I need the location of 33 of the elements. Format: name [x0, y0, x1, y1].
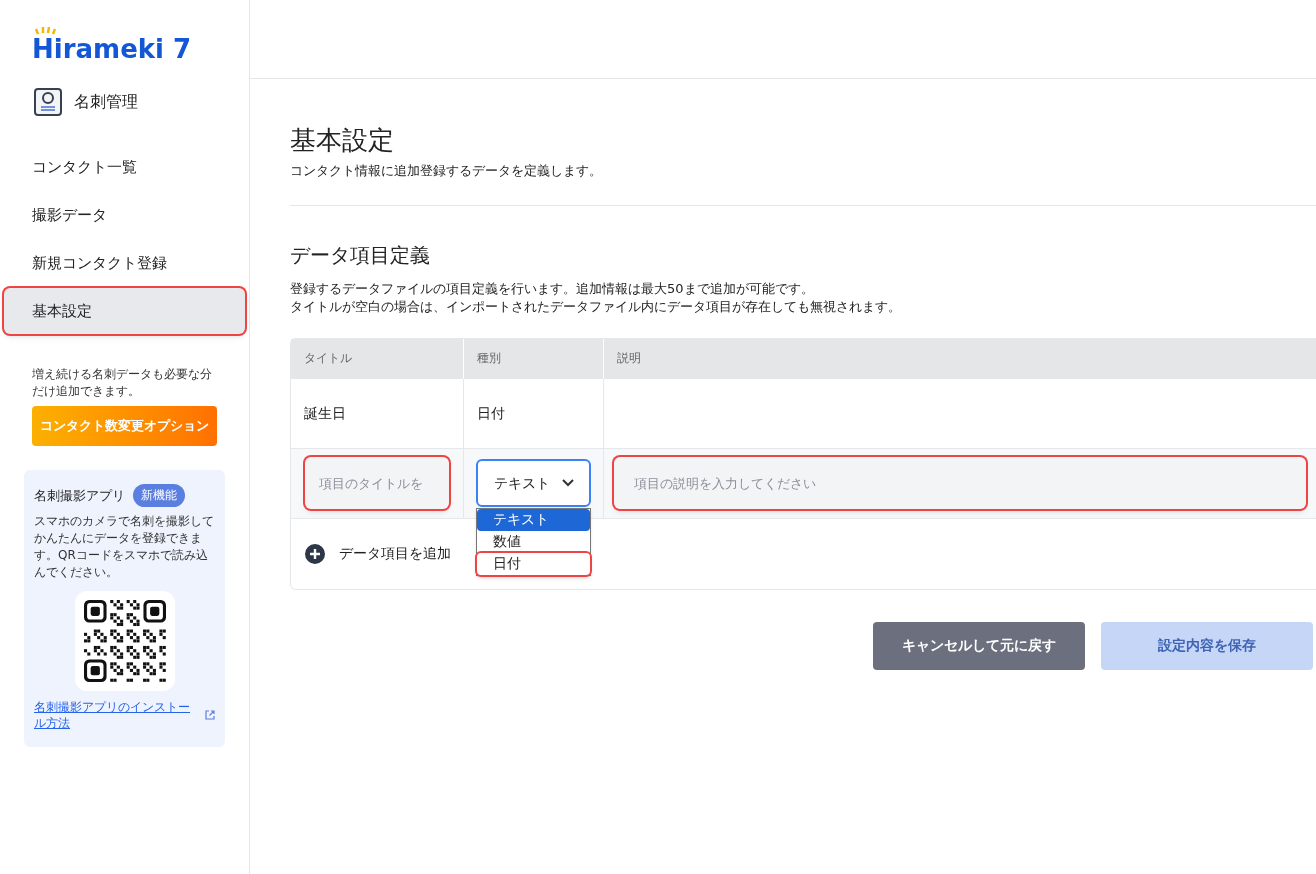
- new-feature-badge: 新機能: [133, 484, 185, 508]
- card-text: スマホのカメラで名刺を撮影してかんたんにデータを登録できます。QRコードをスマホで読み込んでください。: [34, 513, 215, 582]
- dropdown-option[interactable]: 日付: [477, 552, 590, 575]
- sidebar-item[interactable]: 基本設定: [4, 288, 245, 334]
- dropdown-option[interactable]: 数値: [477, 530, 590, 553]
- description-input[interactable]: 項目の説明を入力してください: [614, 457, 1306, 509]
- column-header: 説明: [616, 349, 642, 367]
- type-select[interactable]: テキスト: [476, 459, 591, 507]
- plus-circle-icon: [305, 543, 325, 564]
- promo-text: 増え続ける名刺データも必要な分だけ追加できます。: [32, 366, 213, 400]
- section-description: 登録するデータファイルの項目定義を行います。追加情報は最大50まで追加が可能です。: [290, 279, 815, 298]
- install-link[interactable]: 名刺撮影アプリのインストール方法: [34, 699, 215, 732]
- column-header: タイトル: [291, 338, 464, 379]
- sidebar-item[interactable]: 撮影データ: [4, 192, 245, 238]
- title-input[interactable]: 項目のタイトルを: [305, 457, 449, 509]
- page-title: 基本設定: [290, 124, 395, 157]
- cancel-button[interactable]: キャンセルして元に戻す: [873, 621, 1085, 670]
- section-title: データ項目定義: [290, 241, 431, 269]
- chevron-down-icon: [561, 479, 574, 487]
- sidebar-item[interactable]: コンタクト一覧: [4, 144, 245, 190]
- section-description: タイトルが空白の場合は、インポートされたデータファイル内にデータ項目が存在しても無視されます。: [290, 297, 902, 316]
- external-link-icon: [205, 710, 215, 721]
- sidebar-item[interactable]: 新規コンタクト登録: [4, 240, 245, 286]
- dropdown-option[interactable]: テキスト: [477, 508, 590, 531]
- card-title: 名刺撮影アプリ: [34, 486, 125, 505]
- column-header: 種別: [464, 338, 604, 379]
- id-card-icon: [34, 88, 62, 116]
- table-cell: 誕生日: [291, 378, 464, 448]
- add-item-button[interactable]: データ項目を追加: [305, 543, 451, 564]
- logo: Hirameki 7: [32, 30, 192, 62]
- app-title: 名刺管理: [74, 91, 138, 113]
- table-cell: 日付: [464, 378, 604, 448]
- page-subtitle: コンタクト情報に追加登録するデータを定義します。: [290, 162, 603, 180]
